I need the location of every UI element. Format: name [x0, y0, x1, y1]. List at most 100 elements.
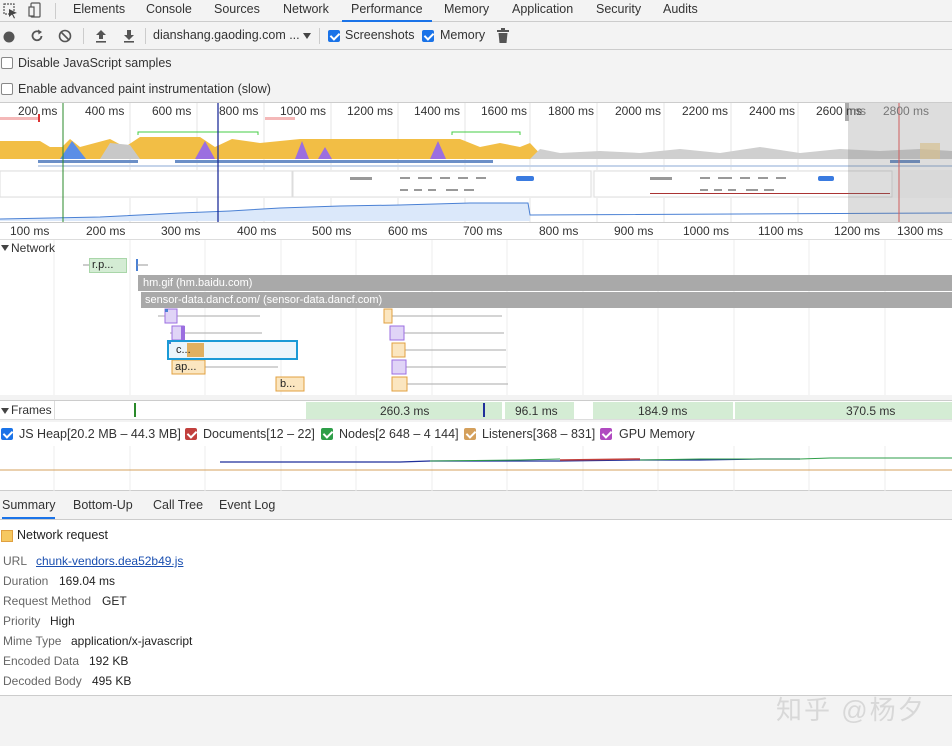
tab-security[interactable]: Security	[596, 0, 641, 22]
frame-duration: 96.1 ms	[515, 404, 558, 418]
reload-record-icon[interactable]	[29, 28, 45, 44]
memory-graph-lines	[0, 446, 952, 491]
selected-network-request[interactable]: c...	[167, 340, 298, 360]
divider	[83, 28, 84, 44]
documents-checkbox[interactable]	[185, 428, 197, 440]
network-track-title: Network	[11, 241, 56, 255]
tab-bottom-up[interactable]: Bottom-Up	[73, 498, 133, 512]
tab-console[interactable]: Console	[146, 0, 192, 22]
detail-tick: 600 ms	[388, 224, 428, 238]
overview-tick: 1800 ms	[548, 104, 595, 118]
frames-track-title: Frames	[11, 403, 52, 417]
overview-tick: ms	[850, 104, 866, 118]
summary-key: Mime Type	[3, 634, 62, 648]
summary-key: Duration	[3, 574, 49, 588]
record-icon[interactable]	[2, 30, 16, 44]
memory-checkbox[interactable]	[422, 30, 434, 42]
network-request-bar[interactable]: r.p...	[89, 258, 127, 273]
frames-track[interactable]: Frames 260.3 ms 96.1 ms 184.9 ms 370.5 m…	[0, 400, 952, 420]
watermark-text: 知乎 @杨夕	[776, 695, 926, 725]
screenshots-label: Screenshots	[345, 28, 415, 42]
overview-tick: 2200 ms	[682, 104, 729, 118]
overview-tick: 1600 ms	[481, 104, 528, 118]
js-heap-checkbox[interactable]	[1, 428, 13, 440]
summary-key: Request Method	[3, 594, 92, 608]
network-request-swatch	[1, 530, 13, 542]
tab-elements[interactable]: Elements	[73, 0, 125, 22]
summary-key: URL	[3, 554, 28, 568]
load-profile-icon[interactable]	[93, 28, 109, 44]
memory-counters: JS Heap[20.2 MB – 44.3 MB] Documents[12 …	[0, 422, 952, 446]
detail-time-ruler: 100 ms 200 ms 300 ms 400 ms 500 ms 600 m…	[0, 222, 952, 240]
summary-value: GET	[102, 594, 127, 608]
detail-tick: 300 ms	[161, 224, 201, 238]
profile-select[interactable]: dianshang.gaoding.com ...	[153, 28, 300, 42]
overview-tick: 1400 ms	[414, 104, 461, 118]
detail-tick: 500 ms	[312, 224, 352, 238]
frame-block[interactable]	[735, 402, 952, 419]
advanced-paint-checkbox[interactable]	[1, 83, 13, 95]
summary-key: Encoded Data	[3, 654, 80, 668]
disable-js-samples-label: Disable JavaScript samples	[18, 56, 172, 70]
tab-event-log[interactable]: Event Log	[219, 498, 275, 512]
inspect-element-icon[interactable]	[3, 3, 19, 19]
summary-row-request-method: Request Method GET	[3, 594, 127, 608]
screenshots-checkbox[interactable]	[328, 30, 340, 42]
summary-value: 495 KB	[92, 674, 132, 688]
summary-row-encoded-data: Encoded Data 192 KB	[3, 654, 128, 668]
frame-duration: 370.5 ms	[846, 404, 896, 418]
summary-value: 192 KB	[89, 654, 129, 668]
summary-key: Priority	[3, 614, 41, 628]
tab-summary[interactable]: Summary	[2, 498, 56, 519]
summary-row-decoded-body: Decoded Body 495 KB	[3, 674, 131, 688]
tab-audits[interactable]: Audits	[663, 0, 698, 22]
divider	[319, 28, 320, 44]
nodes-checkbox[interactable]	[321, 428, 333, 440]
advanced-paint-label: Enable advanced paint instrumentation (s…	[18, 82, 271, 96]
gpu-memory-checkbox[interactable]	[600, 428, 612, 440]
timeline-overview[interactable]: 200 ms 400 ms 600 ms 800 ms 1000 ms 1200…	[0, 102, 952, 223]
trash-icon[interactable]	[496, 28, 510, 44]
detail-tick: 100 ms	[10, 224, 50, 238]
divider	[55, 3, 56, 19]
detail-tick: 1000 ms	[683, 224, 730, 238]
device-toolbar-icon[interactable]	[28, 2, 44, 18]
tab-sources[interactable]: Sources	[214, 0, 260, 22]
summary-title: Network request	[17, 528, 109, 542]
tab-memory[interactable]: Memory	[444, 0, 489, 22]
overview-tick: 1000 ms	[280, 104, 327, 118]
summary-key: Decoded Body	[3, 674, 82, 688]
chevron-down-icon[interactable]	[303, 32, 311, 40]
tab-call-tree[interactable]: Call Tree	[153, 498, 203, 512]
tab-application[interactable]: Application	[512, 0, 573, 22]
save-profile-icon[interactable]	[121, 28, 137, 44]
overview-graph	[0, 103, 952, 223]
detail-tick: 1100 ms	[758, 224, 804, 238]
listeners-checkbox[interactable]	[464, 428, 476, 440]
summary-row-priority: Priority High	[3, 614, 75, 628]
frame-marker	[483, 403, 485, 417]
details-tab-bar: Summary Bottom-Up Call Tree Event Log	[0, 492, 952, 520]
detail-tick: 700 ms	[463, 224, 503, 238]
frame-marker	[134, 403, 136, 417]
detail-tick: 800 ms	[539, 224, 579, 238]
network-request-bar[interactable]: hm.gif (hm.baidu.com)	[138, 275, 952, 291]
summary-value: High	[50, 614, 75, 628]
network-request-bar[interactable]: sensor-data.dancf.com/ (sensor-data.danc…	[141, 292, 952, 308]
overview-tick: 2800 ms	[883, 104, 930, 118]
settings-row-advanced-paint: Enable advanced paint instrumentation (s…	[0, 76, 952, 102]
disable-js-samples-checkbox[interactable]	[1, 57, 13, 69]
overview-tick: 1200 ms	[347, 104, 394, 118]
memory-graph[interactable]	[0, 446, 952, 491]
memory-label: Memory	[440, 28, 486, 42]
tab-network[interactable]: Network	[283, 0, 329, 22]
settings-row-js-samples: Disable JavaScript samples	[0, 50, 952, 76]
summary-url-link[interactable]: chunk-vendors.dea52b49.js	[36, 554, 183, 568]
frame-duration: 260.3 ms	[380, 404, 430, 418]
network-track[interactable]: Network r.p... hm.gif (hm.baidu.com) sen…	[0, 240, 952, 395]
clear-icon[interactable]	[57, 28, 73, 44]
expand-triangle-icon[interactable]	[1, 407, 9, 415]
expand-triangle-icon[interactable]	[1, 244, 9, 252]
tab-performance[interactable]: Performance	[342, 0, 432, 22]
detail-tick: 900 ms	[614, 224, 654, 238]
